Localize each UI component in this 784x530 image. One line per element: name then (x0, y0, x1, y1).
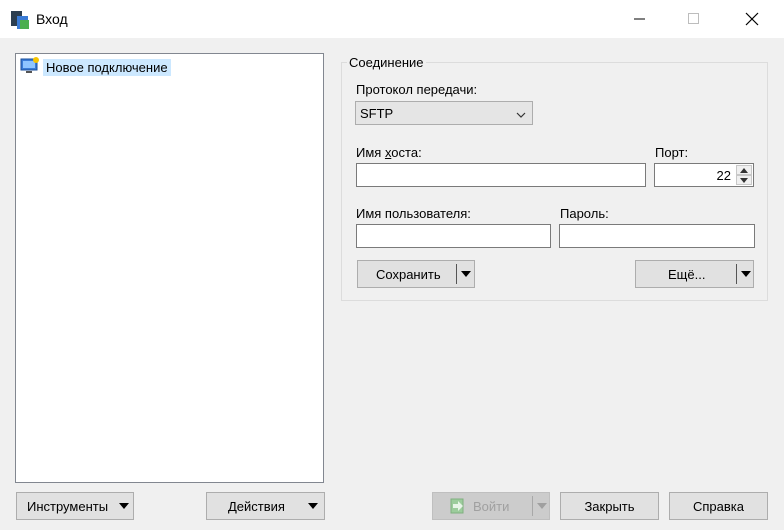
user-label: Имя пользователя: (356, 206, 471, 221)
tree-item-new-site[interactable]: Новое подключение (20, 56, 171, 78)
actions-label: Действия (228, 498, 285, 514)
monitor-icon (20, 56, 40, 78)
login-button[interactable]: Войти (432, 492, 550, 520)
tools-button[interactable]: Инструменты (16, 492, 134, 520)
host-label: Имя хоста: (356, 145, 422, 160)
close-button[interactable]: Закрыть (560, 492, 659, 520)
protocol-value: SFTP (360, 105, 394, 121)
login-dropdown-icon[interactable] (533, 493, 551, 519)
password-label: Пароль: (560, 206, 609, 221)
site-tree[interactable]: Новое подключение (15, 53, 324, 483)
connection-group-title: Соединение (347, 55, 426, 70)
more-label: Ещё... (668, 266, 706, 282)
title-bar: Вход (0, 0, 784, 38)
actions-dropdown-icon[interactable] (304, 493, 322, 519)
window-title: Вход (36, 11, 68, 27)
user-input[interactable] (356, 224, 551, 248)
actions-button[interactable]: Действия (206, 492, 325, 520)
port-value: 22 (716, 168, 731, 183)
port-label: Порт: (655, 145, 689, 160)
close-icon (745, 12, 759, 26)
login-label: Войти (473, 498, 510, 514)
tools-dropdown-icon[interactable] (115, 493, 133, 519)
minimize-button[interactable] (617, 0, 663, 38)
app-icon (9, 9, 31, 31)
port-input[interactable]: 22 (654, 163, 754, 187)
more-button[interactable]: Ещё... (635, 260, 754, 288)
spin-up-icon[interactable] (736, 165, 752, 175)
help-button[interactable]: Справка (669, 492, 768, 520)
tools-label: Инструменты (27, 498, 109, 514)
spin-down-icon[interactable] (736, 175, 752, 185)
maximize-button[interactable] (671, 0, 717, 38)
save-button[interactable]: Сохранить (357, 260, 475, 288)
login-icon (449, 498, 467, 517)
password-input[interactable] (559, 224, 755, 248)
tree-item-label: Новое подключение (43, 58, 171, 76)
host-input[interactable] (356, 163, 646, 187)
save-label: Сохранить (376, 266, 441, 282)
protocol-select[interactable]: SFTP (355, 101, 533, 125)
more-dropdown-icon[interactable] (737, 261, 755, 287)
close-window-button[interactable] (729, 0, 775, 38)
port-spinner[interactable] (736, 165, 752, 185)
chevron-down-icon (516, 108, 526, 123)
protocol-label: Протокол передачи: (356, 82, 478, 97)
save-dropdown-icon[interactable] (457, 261, 475, 287)
